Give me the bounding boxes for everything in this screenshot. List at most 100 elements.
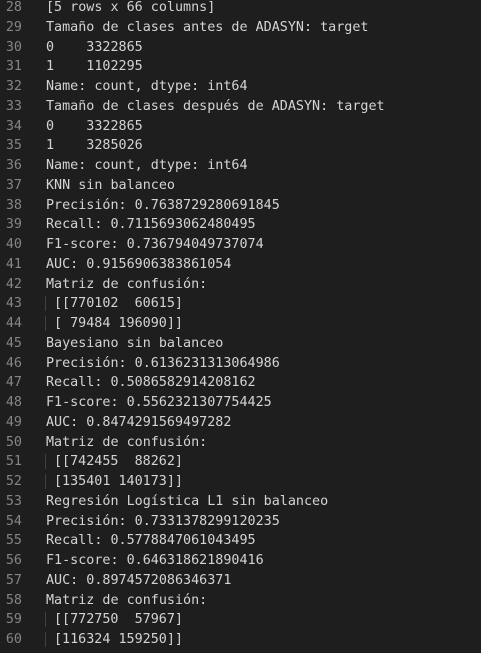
line-text[interactable]: Matriz de confusión: bbox=[22, 591, 207, 611]
editor-line: 50 Matriz de confusión: bbox=[0, 433, 481, 453]
line-text[interactable]: [[772750 57967] bbox=[22, 610, 183, 630]
line-number: 31 bbox=[5, 59, 22, 75]
editor-line: 29 Tamaño de clases antes de ADASYN: targ… bbox=[0, 18, 481, 38]
line-number: 38 bbox=[5, 197, 22, 213]
line-number: 57 bbox=[5, 572, 22, 588]
line-number: 45 bbox=[5, 335, 22, 351]
line-text[interactable]: [ 79484 196090]] bbox=[22, 314, 183, 334]
line-number: 28 bbox=[5, 0, 22, 15]
line-text[interactable]: 0 3322865 bbox=[22, 117, 143, 137]
editor-line: 40 F1-score: 0.736794049737074 bbox=[0, 235, 481, 255]
line-number: 58 bbox=[5, 592, 22, 608]
line-number: 37 bbox=[5, 177, 22, 193]
line-number: 30 bbox=[5, 39, 22, 55]
line-number: 34 bbox=[5, 118, 22, 134]
output-editor[interactable]: 28 [5 rows x 66 columns] 29 Tamaño de clase… bbox=[0, 0, 481, 653]
editor-line: 46 Precisión: 0.6136231313064986 bbox=[0, 354, 481, 374]
line-text[interactable]: Precisión: 0.7331378299120235 bbox=[22, 512, 280, 532]
editor-line: 60 [116324 159250]] bbox=[0, 630, 481, 650]
line-number: 43 bbox=[5, 296, 22, 312]
editor-line: 28 [5 rows x 66 columns] bbox=[0, 0, 481, 18]
line-text[interactable]: Tamaño de clases después de ADASYN: targ… bbox=[22, 97, 385, 117]
line-text[interactable]: F1-score: 0.5562321307754425 bbox=[22, 393, 272, 413]
line-text[interactable]: 1 3285026 bbox=[22, 136, 143, 156]
editor-line: 52 [135401 140173]] bbox=[0, 472, 481, 492]
editor-line: 43 [[770102 60615] bbox=[0, 294, 481, 314]
indent-guide: [116324 159250]] bbox=[45, 632, 183, 647]
line-number: 60 bbox=[5, 632, 22, 647]
editor-line: 42 Matriz de confusión: bbox=[0, 275, 481, 295]
line-number: 50 bbox=[5, 434, 22, 450]
line-text[interactable]: [[742455 88262] bbox=[22, 452, 183, 472]
editor-line: 44 [ 79484 196090]] bbox=[0, 314, 481, 334]
line-number: 44 bbox=[5, 316, 22, 331]
line-text[interactable]: [[770102 60615] bbox=[22, 294, 183, 314]
line-text[interactable]: Name: count, dtype: int64 bbox=[22, 77, 248, 97]
editor-line: 47 Recall: 0.5086582914208162 bbox=[0, 373, 481, 393]
line-number: 53 bbox=[5, 493, 22, 509]
line-number: 47 bbox=[5, 375, 22, 391]
editor-lines: 28 [5 rows x 66 columns] 29 Tamaño de clase… bbox=[0, 0, 481, 650]
editor-line: 36 Name: count, dtype: int64 bbox=[0, 156, 481, 176]
line-number: 51 bbox=[5, 454, 22, 470]
line-number: 32 bbox=[5, 79, 22, 94]
line-text[interactable]: 0 3322865 bbox=[22, 38, 143, 58]
indent-guide: [135401 140173]] bbox=[45, 474, 183, 489]
editor-line: 35 1 3285026 bbox=[0, 136, 481, 156]
line-number: 39 bbox=[5, 217, 22, 233]
editor-line: 31 1 1102295 bbox=[0, 57, 481, 77]
line-text[interactable]: KNN sin balanceo bbox=[22, 176, 175, 196]
line-text[interactable]: Recall: 0.7115693062480495 bbox=[22, 215, 256, 235]
line-text[interactable]: Regresión Logística L1 sin balanceo bbox=[22, 492, 328, 512]
indent-guide: [[770102 60615] bbox=[45, 296, 183, 312]
line-text[interactable]: F1-score: 0.646318621890416 bbox=[22, 551, 264, 571]
line-text[interactable]: AUC: 0.8974572086346371 bbox=[22, 571, 231, 591]
line-text[interactable]: Matriz de confusión: bbox=[22, 433, 207, 453]
indent-guide: [[742455 88262] bbox=[45, 454, 183, 470]
line-text[interactable]: [135401 140173]] bbox=[22, 472, 183, 492]
line-text[interactable]: Recall: 0.5778847061043495 bbox=[22, 531, 256, 551]
line-number: 41 bbox=[5, 256, 22, 272]
editor-line: 51 [[742455 88262] bbox=[0, 452, 481, 472]
line-text[interactable]: Recall: 0.5086582914208162 bbox=[22, 373, 256, 393]
line-number: 33 bbox=[5, 98, 22, 114]
line-number: 29 bbox=[5, 19, 22, 35]
line-number: 54 bbox=[5, 513, 22, 529]
line-number: 48 bbox=[5, 395, 22, 410]
line-number: 35 bbox=[5, 138, 22, 154]
editor-line: 48 F1-score: 0.5562321307754425 bbox=[0, 393, 481, 413]
line-text[interactable]: AUC: 0.8474291569497282 bbox=[22, 413, 231, 433]
editor-line: 59 [[772750 57967] bbox=[0, 610, 481, 630]
indent-guide: [[772750 57967] bbox=[45, 612, 183, 628]
line-text[interactable]: Matriz de confusión: bbox=[22, 275, 207, 295]
editor-line: 57 AUC: 0.8974572086346371 bbox=[0, 571, 481, 591]
editor-line: 33 Tamaño de clases después de ADASYN: ta… bbox=[0, 97, 481, 117]
editor-line: 49 AUC: 0.8474291569497282 bbox=[0, 413, 481, 433]
line-text[interactable]: Precisión: 0.7638729280691845 bbox=[22, 196, 280, 216]
line-text[interactable]: Bayesiano sin balanceo bbox=[22, 334, 223, 354]
editor-line: 38 Precisión: 0.7638729280691845 bbox=[0, 196, 481, 216]
editor-line: 45 Bayesiano sin balanceo bbox=[0, 334, 481, 354]
editor-line: 37 KNN sin balanceo bbox=[0, 176, 481, 196]
line-text[interactable]: 1 1102295 bbox=[22, 57, 143, 77]
line-number: 55 bbox=[5, 533, 22, 549]
line-text[interactable]: Tamaño de clases antes de ADASYN: target bbox=[22, 18, 368, 38]
line-number: 36 bbox=[5, 158, 22, 173]
editor-line: 32 Name: count, dtype: int64 bbox=[0, 77, 481, 97]
line-number: 49 bbox=[5, 414, 22, 430]
line-number: 40 bbox=[5, 237, 22, 252]
line-text[interactable]: Precisión: 0.6136231313064986 bbox=[22, 354, 280, 374]
line-text[interactable]: F1-score: 0.736794049737074 bbox=[22, 235, 264, 255]
line-number: 46 bbox=[5, 355, 22, 371]
line-text[interactable]: [116324 159250]] bbox=[22, 630, 183, 650]
indent-guide: [ 79484 196090]] bbox=[45, 316, 183, 331]
editor-line: 54 Precisión: 0.7331378299120235 bbox=[0, 512, 481, 532]
line-number: 59 bbox=[5, 612, 22, 628]
line-number: 42 bbox=[5, 276, 22, 292]
editor-line: 55 Recall: 0.5778847061043495 bbox=[0, 531, 481, 551]
line-text[interactable]: [5 rows x 66 columns] bbox=[22, 0, 215, 18]
line-text[interactable]: AUC: 0.9156906383861054 bbox=[22, 255, 231, 275]
editor-line: 56 F1-score: 0.646318621890416 bbox=[0, 551, 481, 571]
line-text[interactable]: Name: count, dtype: int64 bbox=[22, 156, 248, 176]
editor-line: 34 0 3322865 bbox=[0, 117, 481, 137]
